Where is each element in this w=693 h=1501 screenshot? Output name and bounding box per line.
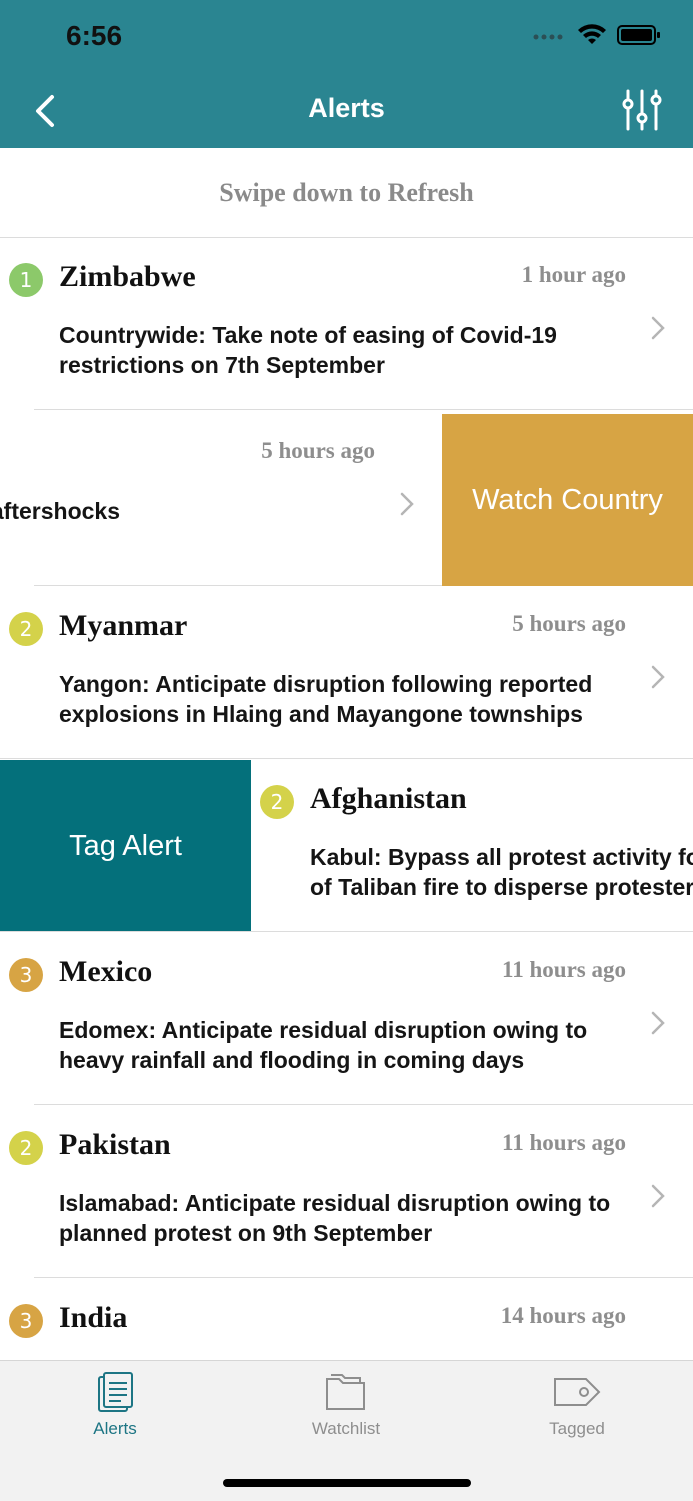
row-divider [34, 585, 442, 586]
alert-summary-line: Yangon: Anticipate disruption following … [59, 671, 593, 697]
alert-summary: Kabul: Bypass all protest activity fo of… [310, 842, 693, 902]
battery-icon [617, 24, 661, 51]
alert-summary: Islamabad: Anticipate residual disruptio… [59, 1188, 619, 1248]
folder-icon [326, 1374, 365, 1410]
alert-summary-line: Countrywide: Take note of easing of Covi… [59, 322, 557, 348]
tab-label: Watchlist [311, 1419, 381, 1438]
alert-summary-line: explosions in Hlaing and Mayangone towns… [59, 701, 583, 727]
alert-row[interactable]: 3 India 14 hours ago [0, 1279, 693, 1360]
row-divider [34, 1277, 693, 1278]
alert-country: Afghanistan [310, 782, 467, 815]
watch-country-button[interactable]: Watch Country [442, 414, 693, 586]
alert-summary-line: Kabul: Bypass all protest activity fo [310, 844, 693, 870]
alert-country: Zimbabwe [59, 260, 196, 293]
alert-country: Myanmar [59, 609, 188, 642]
wifi-icon [577, 24, 607, 51]
status-bar: 6:56 [0, 0, 693, 75]
filter-button[interactable] [621, 88, 663, 132]
refresh-hint: Swipe down to Refresh [0, 148, 693, 238]
status-time: 6:56 [66, 20, 123, 51]
severity-badge: 3 [9, 958, 43, 992]
tag-alert-button[interactable]: Tag Alert [0, 760, 251, 932]
alert-summary-line: Edomex: Anticipate residual disruption o… [59, 1017, 588, 1043]
alert-country: India [59, 1301, 128, 1334]
alert-row[interactable]: 2 Pakistan 11 hours ago Islamabad: Antic… [0, 1106, 693, 1278]
row-divider [34, 1104, 693, 1105]
tab-label: Alerts [93, 1419, 137, 1438]
signal-icon [533, 29, 567, 47]
alert-country: Pakistan [59, 1128, 171, 1161]
row-divider [0, 758, 693, 759]
alert-time: 5 hours ago [261, 438, 375, 463]
alert-summary-line: Islamabad: Anticipate residual disruptio… [59, 1190, 611, 1216]
tag-icon [554, 1378, 601, 1406]
alert-summary: Yangon: Anticipate disruption following … [59, 669, 619, 729]
alert-summary-line: planned protest on 9th September [59, 1220, 433, 1246]
alert-time: 11 hours ago [502, 1130, 626, 1155]
row-divider [0, 931, 693, 932]
alert-row[interactable]: 3 Mexico 11 hours ago Edomex: Anticipate… [0, 933, 693, 1105]
alert-summary-line: e and prepare for aftershocks [0, 498, 120, 524]
alert-time: 14 hours ago [500, 1303, 626, 1328]
severity-badge: 3 [9, 1304, 43, 1338]
alert-row[interactable]: 2 Myanmar 5 hours ago Yangon: Anticipate… [0, 587, 693, 759]
alert-row[interactable]: 1 Zimbabwe 1 hour ago Countrywide: Take … [0, 238, 693, 410]
chevron-right-icon [651, 1184, 665, 1208]
severity-badge: 2 [9, 1131, 43, 1165]
alert-time: 5 hours ago [512, 611, 626, 636]
chevron-right-icon [651, 1011, 665, 1035]
tab-watchlist[interactable]: Watchlist [286, 1371, 406, 1446]
severity-badge: 1 [9, 263, 43, 297]
chevron-right-icon [651, 665, 665, 689]
tab-label: Tagged [549, 1419, 605, 1438]
chevron-right-icon [400, 492, 414, 516]
severity-badge: 2 [260, 785, 294, 819]
alert-summary: Countrywide: Take note of easing of Covi… [59, 320, 619, 380]
alert-time: 11 hours ago [502, 957, 626, 982]
row-divider [34, 409, 693, 410]
document-icon [98, 1372, 133, 1412]
alert-row-swiped[interactable]: 5 hours ago e and prepare for aftershock… [0, 414, 693, 586]
page-title: Alerts [308, 93, 385, 123]
severity-badge: 2 [9, 612, 43, 646]
alert-time: 1 hour ago [521, 262, 626, 287]
tab-alerts[interactable]: Alerts [55, 1371, 175, 1446]
alert-summary: Edomex: Anticipate residual disruption o… [59, 1015, 619, 1075]
chevron-right-icon [651, 316, 665, 340]
tab-tagged[interactable]: Tagged [517, 1371, 637, 1446]
alert-summary-line: restrictions on 7th September [59, 352, 385, 378]
alert-summary-line: of Taliban fire to disperse protester [310, 874, 693, 900]
home-indicator [223, 1479, 471, 1487]
alert-summary-line: heavy rainfall and flooding in coming da… [59, 1047, 525, 1073]
tab-bar: Alerts Watchlist Tagged [0, 1360, 693, 1501]
alert-row-swiped[interactable]: Tag Alert 2 Afghanistan Kabul: Bypass al… [0, 760, 693, 932]
alert-country: Mexico [59, 955, 153, 988]
nav-bar: Alerts [0, 75, 693, 148]
sliders-icon [622, 89, 662, 131]
status-icons [533, 24, 661, 51]
